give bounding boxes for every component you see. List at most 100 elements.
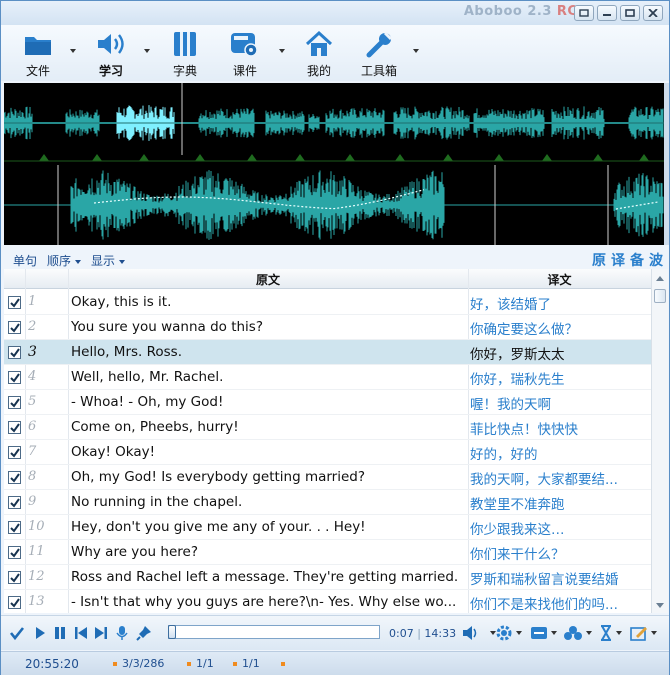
table-row[interactable]: 10 Hey, don't you give me any of your. . … <box>4 515 651 540</box>
column-original[interactable]: 原文 <box>68 271 468 288</box>
table-row[interactable]: 6 Come on, Pheebs, hurry! 菲比快点！快快快 <box>4 415 651 440</box>
table-row[interactable]: 11 Why are you here? 你们来干什么？ <box>4 540 651 565</box>
courseware-menu-caret[interactable] <box>279 49 285 53</box>
scroll-up-arrow[interactable] <box>656 276 664 281</box>
toolbar-mine[interactable]: 我的 <box>302 29 336 79</box>
row-original-text[interactable]: You sure you wanna do this? <box>71 319 466 335</box>
row-original-text[interactable]: Okay, this is it. <box>71 294 466 310</box>
timer-button[interactable] <box>599 624 622 642</box>
pause-button[interactable] <box>53 624 67 642</box>
row-translation-text[interactable]: 你确定要这么做？ <box>470 318 648 338</box>
row-translation-text[interactable]: 好的，好的 <box>470 443 648 463</box>
row-checkbox[interactable] <box>8 596 21 609</box>
row-original-text[interactable]: - Isn't that why you guys are here?\n- Y… <box>71 594 466 610</box>
row-checkbox[interactable] <box>8 396 21 409</box>
mode-notes[interactable]: 备 <box>630 250 644 270</box>
row-original-text[interactable]: Well, hello, Mr. Rachel. <box>71 369 466 385</box>
row-translation-text[interactable]: 菲比快点！快快快 <box>470 418 648 438</box>
row-translation-text[interactable]: 好，该结婚了 <box>470 293 648 313</box>
toolbox-menu-caret[interactable] <box>413 49 419 53</box>
record-button[interactable] <box>116 624 128 642</box>
restore-button[interactable] <box>574 5 594 21</box>
table-row[interactable]: 8 Oh, my God! Is everybody getting marrie… <box>4 465 651 490</box>
play-button[interactable] <box>34 624 46 642</box>
mode-original[interactable]: 原 <box>592 250 606 270</box>
row-checkbox[interactable] <box>8 496 21 509</box>
progress-slider-handle[interactable] <box>168 625 176 639</box>
row-checkbox[interactable] <box>8 471 21 484</box>
scroll-thumb[interactable] <box>654 289 666 303</box>
row-checkbox[interactable] <box>8 421 21 434</box>
menu-order[interactable]: 顺序 <box>47 252 82 269</box>
title-bar[interactable]: Aboboo 2.3 RC2 <box>1 1 669 25</box>
row-translation-text[interactable]: 我的天啊，大家都要结... <box>470 468 648 488</box>
table-scrollbar[interactable] <box>651 269 668 613</box>
row-checkbox[interactable] <box>8 321 21 334</box>
row-checkbox[interactable] <box>8 296 21 309</box>
toolbar-toolbox[interactable]: 工具箱 <box>359 29 399 79</box>
row-translation-text[interactable]: 罗斯和瑞秋留言说要结婚 <box>470 568 648 588</box>
previous-button[interactable] <box>74 624 88 642</box>
row-original-text[interactable]: Ross and Rachel left a message. They're … <box>71 569 466 585</box>
row-original-text[interactable]: Okay! Okay! <box>71 444 466 460</box>
table-row[interactable]: 2 You sure you wanna do this? 你确定要这么做？ <box>4 315 651 340</box>
toolbar-dictionary[interactable]: 字典 <box>168 29 202 79</box>
row-original-text[interactable]: No running in the chapel. <box>71 494 466 510</box>
row-number: 3 <box>28 344 37 360</box>
speed-button[interactable] <box>495 624 522 642</box>
row-original-text[interactable]: Hey, don't you give me any of your. . . … <box>71 519 466 535</box>
waveform-panel[interactable] <box>3 83 664 245</box>
row-original-text[interactable]: Oh, my God! Is everybody getting married… <box>71 469 466 485</box>
repeat-button[interactable] <box>563 624 592 642</box>
row-translation-text[interactable]: 你们来干什么？ <box>470 543 648 563</box>
column-translation[interactable]: 译文 <box>468 271 651 288</box>
table-row[interactable]: 9 No running in the chapel. 教堂里不准奔跑 <box>4 490 651 515</box>
playback-progress[interactable] <box>168 625 380 639</box>
table-row[interactable]: 13 - Isn't that why you guys are here?\n-… <box>4 590 651 613</box>
mode-waveform[interactable]: 波 <box>649 250 663 270</box>
menu-display[interactable]: 显示 <box>91 252 126 269</box>
pin-button[interactable] <box>136 624 152 642</box>
row-checkbox[interactable] <box>8 546 21 559</box>
menu-single-sentence[interactable]: 单句 <box>13 252 37 269</box>
row-translation-text[interactable]: 你们不是来找他们的吗... <box>470 593 648 613</box>
row-translation-text[interactable]: 你少跟我来这… <box>470 518 648 538</box>
mode-translation[interactable]: 译 <box>611 250 625 270</box>
table-row[interactable]: 3 Hello, Mrs. Ross. 你好，罗斯太太 <box>4 340 651 365</box>
file-menu-caret[interactable] <box>70 49 76 53</box>
row-translation-text[interactable]: 教堂里不准奔跑 <box>470 493 648 513</box>
waveform-side-handle[interactable] <box>664 83 669 245</box>
check-button[interactable] <box>9 624 25 642</box>
row-checkbox[interactable] <box>8 371 21 384</box>
close-button[interactable] <box>643 5 663 21</box>
table-row[interactable]: 5 - Whoa! - Oh, my God! 喔！我的天啊 <box>4 390 651 415</box>
row-checkbox[interactable] <box>8 446 21 459</box>
edit-button[interactable] <box>630 624 657 642</box>
row-checkbox[interactable] <box>8 346 21 359</box>
table-row[interactable]: 4 Well, hello, Mr. Rachel. 你好，瑞秋先生 <box>4 365 651 390</box>
row-original-text[interactable]: - Whoa! - Oh, my God! <box>71 394 466 410</box>
subtitle-button[interactable] <box>530 624 557 642</box>
row-translation-text[interactable]: 你好，罗斯太太 <box>470 343 648 363</box>
minimize-button[interactable] <box>597 5 617 21</box>
toolbar-file[interactable]: 文件 <box>21 29 55 79</box>
waveform-display[interactable] <box>3 83 664 245</box>
study-menu-caret[interactable] <box>144 49 150 53</box>
row-translation-text[interactable]: 喔！我的天啊 <box>470 393 648 413</box>
volume-button[interactable] <box>462 624 496 642</box>
row-original-text[interactable]: Hello, Mrs. Ross. <box>71 344 466 360</box>
row-original-text[interactable]: Why are you here? <box>71 544 466 560</box>
table-row[interactable]: 7 Okay! Okay! 好的，好的 <box>4 440 651 465</box>
table-row[interactable]: 12 Ross and Rachel left a message. They'r… <box>4 565 651 590</box>
toolbar-study[interactable]: 学习 <box>94 29 128 79</box>
row-translation-text[interactable]: 你好，瑞秋先生 <box>470 368 648 388</box>
table-row[interactable]: 1 Okay, this is it. 好，该结婚了 <box>4 290 651 315</box>
row-checkbox[interactable] <box>8 571 21 584</box>
maximize-button[interactable] <box>620 5 640 21</box>
next-button[interactable] <box>94 624 108 642</box>
scroll-down-arrow[interactable] <box>656 603 664 608</box>
row-original-text[interactable]: Come on, Pheebs, hurry! <box>71 419 466 435</box>
row-checkbox[interactable] <box>8 521 21 534</box>
checkmark-icon <box>10 498 20 508</box>
toolbar-courseware[interactable]: 课件 <box>228 29 262 79</box>
